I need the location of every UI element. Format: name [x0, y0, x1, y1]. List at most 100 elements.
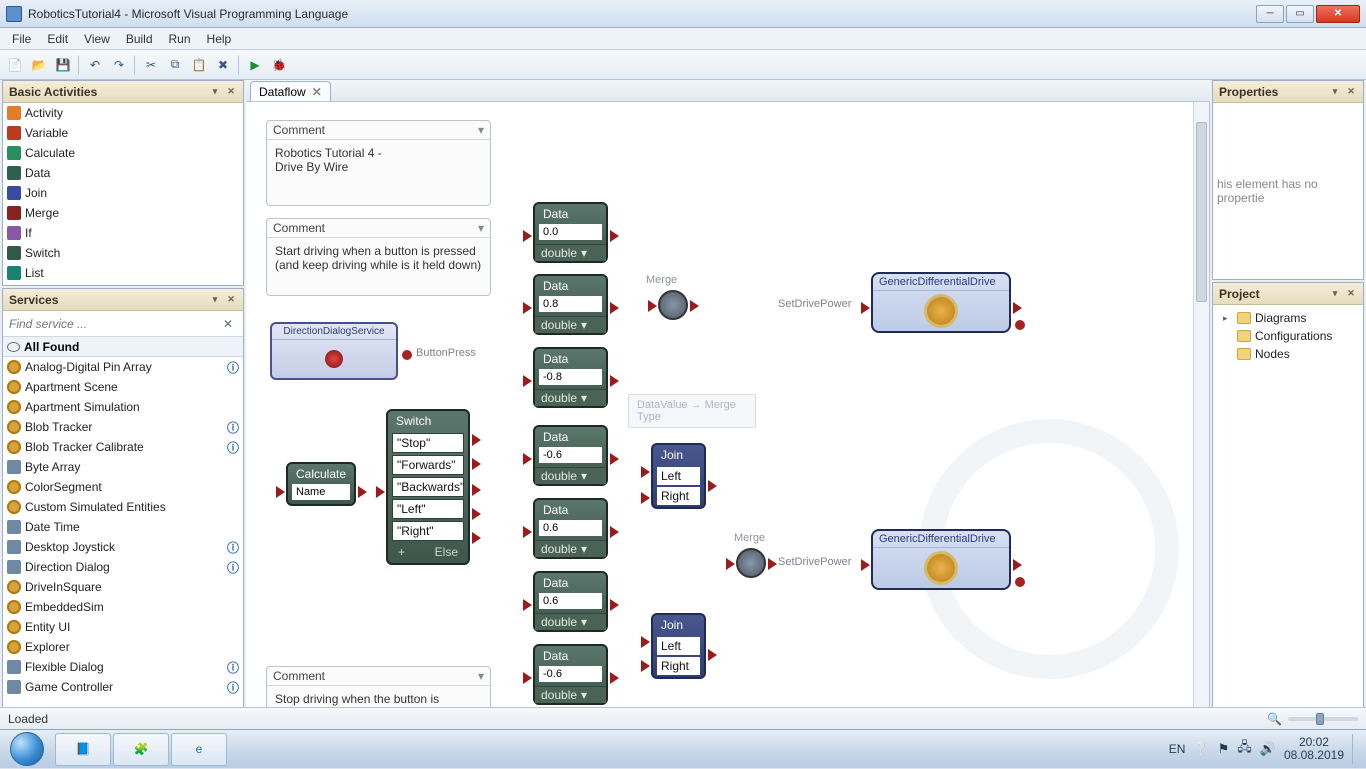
maximize-button[interactable]: ▭: [1286, 5, 1314, 23]
service-item[interactable]: Entity UI: [3, 617, 243, 637]
service-item[interactable]: DriveInSquare: [3, 577, 243, 597]
calculate-node[interactable]: Calculate: [286, 462, 356, 506]
delete-icon[interactable]: ✖: [212, 54, 234, 76]
service-item[interactable]: Apartment Simulation: [3, 397, 243, 417]
chevron-down-icon[interactable]: ▾: [478, 221, 484, 235]
chevron-down-icon[interactable]: ▾: [581, 542, 587, 556]
chevron-down-icon[interactable]: ▾: [581, 688, 587, 702]
run-icon[interactable]: ▶: [244, 54, 266, 76]
input-pin[interactable]: [376, 486, 385, 498]
output-pin[interactable]: [708, 480, 717, 492]
input-pin[interactable]: [523, 672, 532, 684]
switch-case[interactable]: "Left": [392, 499, 464, 519]
cut-icon[interactable]: ✂: [140, 54, 162, 76]
panel-dropdown-icon[interactable]: ▾: [209, 294, 221, 305]
info-icon[interactable]: ⓘ: [227, 419, 239, 436]
panel-dropdown-icon[interactable]: ▾: [1329, 86, 1341, 97]
switch-case[interactable]: "Forwards": [392, 455, 464, 475]
tab-dataflow[interactable]: Dataflow ✕: [250, 81, 331, 101]
menu-help[interactable]: Help: [199, 30, 240, 48]
show-desktop-button[interactable]: [1352, 734, 1360, 764]
join-node[interactable]: Join Left Right: [651, 613, 706, 679]
open-icon[interactable]: 📂: [28, 54, 50, 76]
basic-activity-item[interactable]: Activity: [3, 103, 243, 123]
basic-activity-item[interactable]: Merge: [3, 203, 243, 223]
service-item[interactable]: Byte Array: [3, 457, 243, 477]
output-pin[interactable]: [768, 558, 777, 570]
calculate-input[interactable]: [292, 484, 350, 500]
output-pin[interactable]: [472, 532, 481, 544]
taskbar-app-button[interactable]: 🧩: [113, 733, 169, 766]
chevron-down-icon[interactable]: ▾: [581, 469, 587, 483]
flag-icon[interactable]: ⚑: [1218, 741, 1230, 757]
chevron-down-icon[interactable]: ▾: [581, 246, 587, 260]
redo-icon[interactable]: ↷: [108, 54, 130, 76]
switch-case[interactable]: "Right": [392, 521, 464, 541]
info-icon[interactable]: ⓘ: [227, 659, 239, 676]
panel-dropdown-icon[interactable]: ▾: [1329, 288, 1341, 299]
menu-build[interactable]: Build: [118, 30, 161, 48]
start-button[interactable]: [0, 730, 54, 769]
data-value-input[interactable]: [539, 593, 602, 609]
input-pin[interactable]: [641, 466, 650, 478]
basic-activity-item[interactable]: List: [3, 263, 243, 283]
input-pin[interactable]: [641, 636, 650, 648]
data-node[interactable]: Data double▾: [533, 571, 608, 632]
menu-run[interactable]: Run: [161, 30, 199, 48]
input-pin[interactable]: [523, 599, 532, 611]
generic-differential-drive-node[interactable]: GenericDifferentialDrive: [871, 272, 1011, 333]
menu-edit[interactable]: Edit: [39, 30, 76, 48]
input-pin[interactable]: [648, 300, 657, 312]
tray-language[interactable]: EN: [1169, 742, 1186, 756]
data-value-input[interactable]: [539, 520, 602, 536]
diagram-canvas[interactable]: Comment▾ Robotics Tutorial 4 - Drive By …: [246, 102, 1210, 729]
undo-icon[interactable]: ↶: [84, 54, 106, 76]
direction-dialog-service-node[interactable]: DirectionDialogService: [270, 322, 398, 380]
project-header[interactable]: Project ▾✕: [1213, 283, 1363, 305]
data-node[interactable]: Data double▾: [533, 347, 608, 408]
switch-case[interactable]: "Backwards": [392, 477, 464, 497]
merge-node[interactable]: [736, 548, 766, 578]
output-pin[interactable]: [1013, 559, 1022, 571]
debug-icon[interactable]: 🐞: [268, 54, 290, 76]
data-node[interactable]: Data double▾: [533, 425, 608, 486]
info-icon[interactable]: ⓘ: [227, 679, 239, 696]
output-pin[interactable]: [1013, 302, 1022, 314]
copy-icon[interactable]: ⧉: [164, 54, 186, 76]
basic-activity-item[interactable]: Calculate: [3, 143, 243, 163]
output-pin[interactable]: [610, 672, 619, 684]
panel-close-icon[interactable]: ✕: [225, 294, 237, 305]
add-case-icon[interactable]: +: [398, 545, 412, 559]
data-value-input[interactable]: [539, 296, 602, 312]
help-icon[interactable]: ❔: [1193, 741, 1209, 757]
project-tree-diagrams[interactable]: ▸Diagrams: [1217, 309, 1359, 327]
panel-close-icon[interactable]: ✕: [1345, 288, 1357, 299]
service-item[interactable]: Flexible Dialogⓘ: [3, 657, 243, 677]
taskbar-app-button[interactable]: e: [171, 733, 227, 766]
output-pin[interactable]: [610, 599, 619, 611]
comment-node[interactable]: Comment▾ Start driving when a button is …: [266, 218, 491, 296]
basic-activity-item[interactable]: Variable: [3, 123, 243, 143]
service-item[interactable]: Game Controllerⓘ: [3, 677, 243, 697]
menu-view[interactable]: View: [76, 30, 118, 48]
input-pin[interactable]: [523, 230, 532, 242]
notification-pin[interactable]: [1015, 577, 1025, 587]
output-pin[interactable]: [472, 508, 481, 520]
service-item[interactable]: Date Time: [3, 517, 243, 537]
services-header[interactable]: Services ▾✕: [3, 289, 243, 311]
chevron-down-icon[interactable]: ▾: [581, 318, 587, 332]
chevron-down-icon[interactable]: ▾: [581, 391, 587, 405]
chevron-down-icon[interactable]: ▾: [478, 123, 484, 137]
tray-clock[interactable]: 20:02 08.08.2019: [1284, 736, 1344, 762]
zoom-out-icon[interactable]: 🔍: [1267, 712, 1282, 726]
data-value-input[interactable]: [539, 447, 602, 463]
paste-icon[interactable]: 📋: [188, 54, 210, 76]
output-pin[interactable]: [690, 300, 699, 312]
data-value-input[interactable]: [539, 666, 602, 682]
service-item[interactable]: Blob Tracker Calibrateⓘ: [3, 437, 243, 457]
new-icon[interactable]: 📄: [4, 54, 26, 76]
info-icon[interactable]: ⓘ: [227, 539, 239, 556]
data-node[interactable]: Data double▾: [533, 274, 608, 335]
output-pin[interactable]: [610, 453, 619, 465]
service-item[interactable]: Explorer: [3, 637, 243, 657]
